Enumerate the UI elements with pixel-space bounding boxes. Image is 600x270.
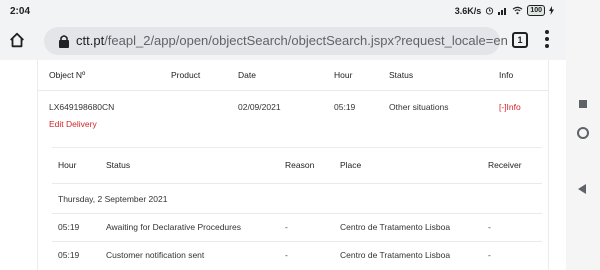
tab-switcher-button[interactable]: 1 <box>512 32 528 48</box>
events-table: Hour Status Reason Place Receiver Thursd… <box>52 147 542 270</box>
menu-icon[interactable] <box>544 30 550 50</box>
event-reason: - <box>285 250 288 260</box>
network-speed: 3.6K/s <box>454 5 482 16</box>
status-time: 2:04 <box>10 6 31 17</box>
lock-icon[interactable] <box>58 34 70 48</box>
events-header-place: Place <box>340 160 362 170</box>
header-divider <box>38 90 548 91</box>
event-status: Customer notification sent <box>106 250 205 260</box>
row-divider <box>52 241 542 242</box>
recents-icon[interactable] <box>579 100 587 108</box>
system-nav-bar <box>566 0 600 270</box>
header-hour: Hour <box>334 70 353 80</box>
header-object-number: Object Nº <box>49 70 86 80</box>
object-status: Other situations <box>389 102 449 112</box>
event-status: Awaiting for Declarative Procedures <box>106 222 241 232</box>
url-path: /feapl_2/app/open/objectSearch/objectSea… <box>104 33 508 48</box>
info-toggle-link[interactable]: [-]Info <box>499 102 521 112</box>
url-text[interactable]: ctt.pt/feapl_2/app/open/objectSearch/obj… <box>76 33 508 48</box>
day-divider <box>52 213 542 214</box>
events-header-status: Status <box>106 160 131 170</box>
back-icon[interactable] <box>578 184 586 194</box>
browser-toolbar: ctt.pt/feapl_2/app/open/objectSearch/obj… <box>0 22 566 60</box>
edit-delivery-link[interactable]: Edit Delivery <box>49 119 97 129</box>
status-icons: 3.6K/s 100 <box>455 5 554 16</box>
tracking-card: Object Nº Product Date Hour Status Info … <box>37 60 549 270</box>
object-hour: 05:19 <box>334 102 356 112</box>
wifi-icon <box>512 6 523 15</box>
event-receiver: - <box>488 222 491 232</box>
event-place: Centro de Tratamento Lisboa <box>340 250 451 260</box>
events-header-hour: Hour <box>58 160 77 170</box>
event-hour: 05:19 <box>58 250 80 260</box>
signal-icon <box>498 8 507 15</box>
events-header-receiver: Receiver <box>488 160 522 170</box>
object-number: LX649198680CN <box>49 102 115 112</box>
event-hour: 05:19 <box>58 222 80 232</box>
status-bar: 2:04 3.6K/s 100 <box>0 0 566 22</box>
home-nav-icon[interactable] <box>577 127 589 139</box>
events-header-reason: Reason <box>285 160 315 170</box>
alarm-icon <box>486 7 494 15</box>
event-place: Centro de Tratamento Lisboa <box>340 222 451 232</box>
header-status: Status <box>389 70 414 80</box>
home-icon[interactable] <box>8 31 26 49</box>
header-product: Product <box>171 70 201 80</box>
header-date: Date <box>238 70 256 80</box>
events-header-divider <box>52 183 542 184</box>
page-content: Object Nº Product Date Hour Status Info … <box>0 60 566 270</box>
charging-icon <box>549 6 554 15</box>
header-info: Info <box>499 70 514 80</box>
events-day-label: Thursday, 2 September 2021 <box>58 194 168 204</box>
event-receiver: - <box>488 250 491 260</box>
event-reason: - <box>285 222 288 232</box>
address-bar[interactable]: ctt.pt/feapl_2/app/open/objectSearch/obj… <box>44 27 508 55</box>
url-host: ctt.pt <box>76 33 105 48</box>
object-date: 02/09/2021 <box>238 102 281 112</box>
battery-icon: 100 <box>527 5 545 16</box>
